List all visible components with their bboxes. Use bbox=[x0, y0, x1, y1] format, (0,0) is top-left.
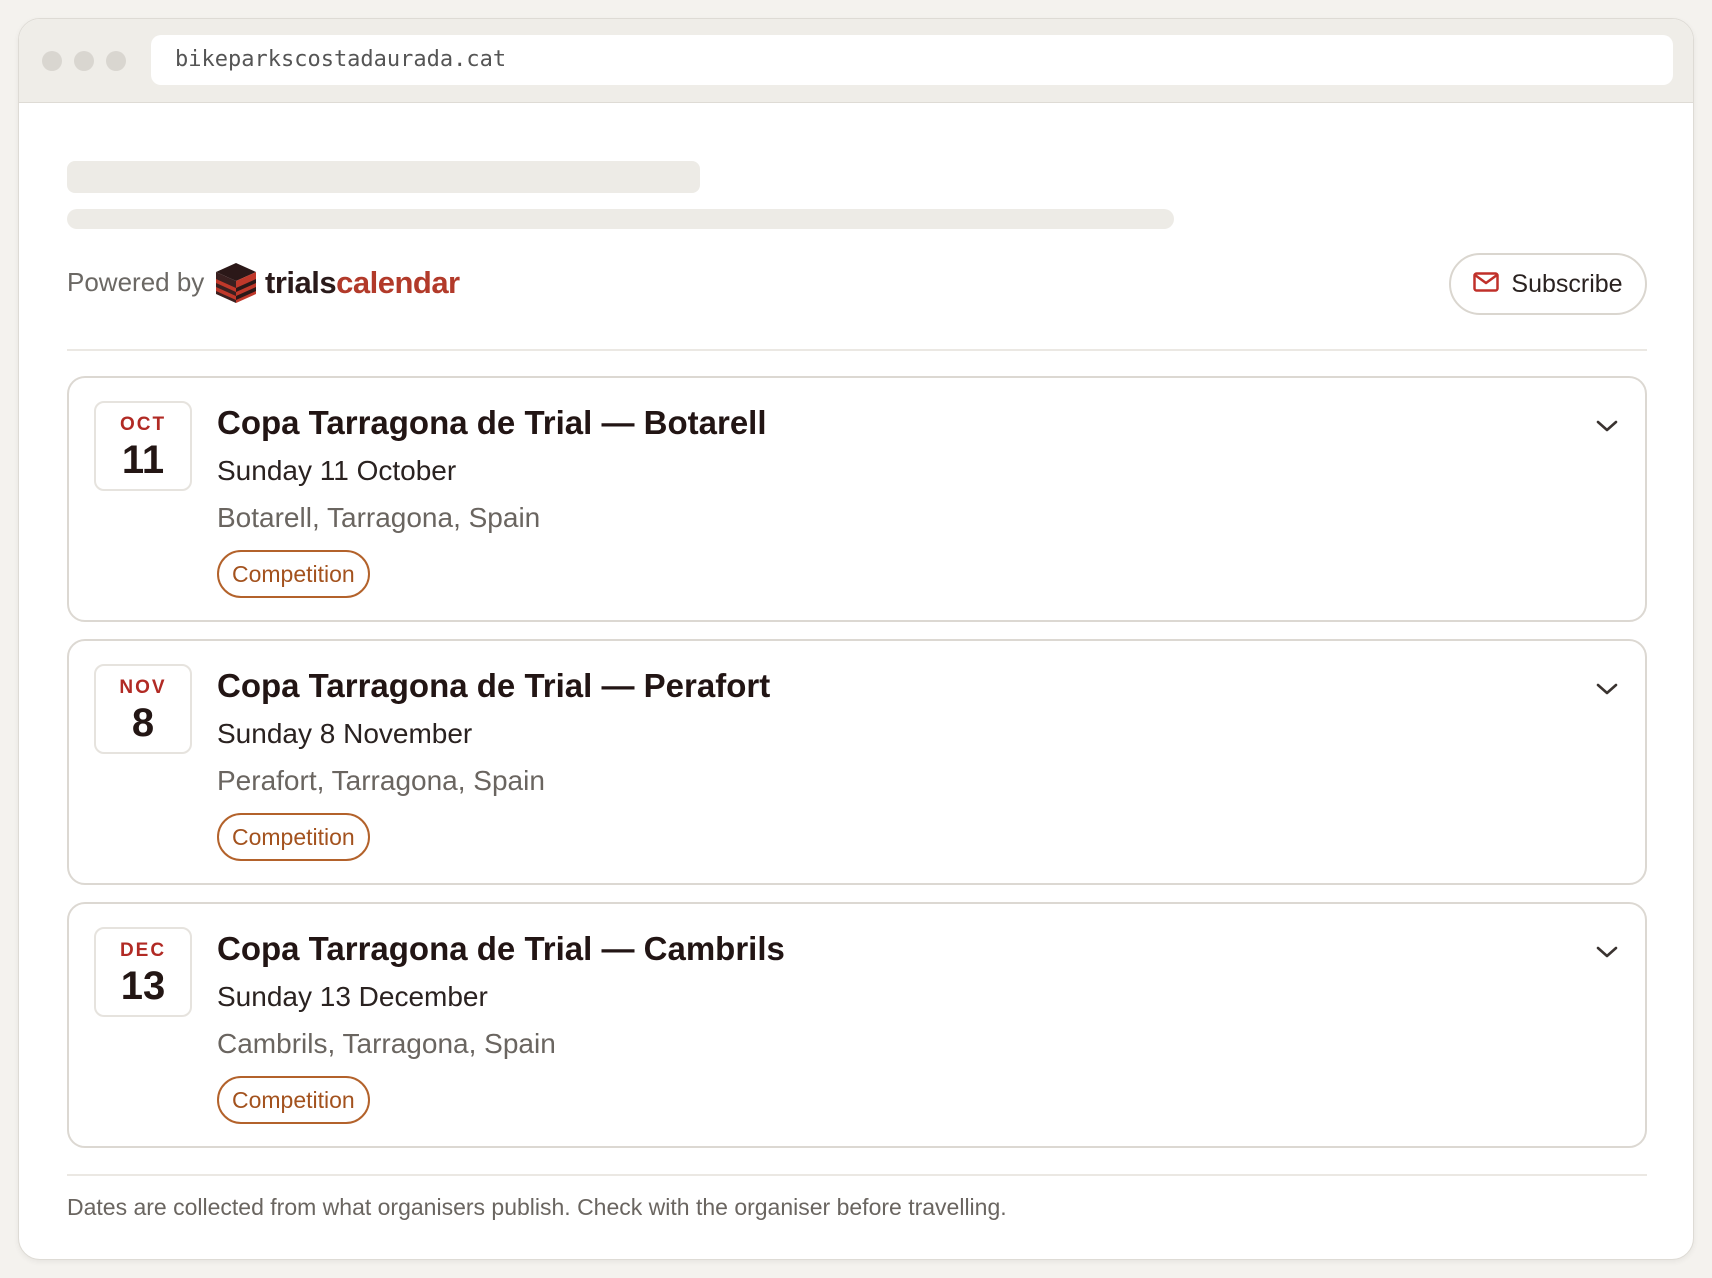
event-location: Perafort, Tarragona, Spain bbox=[217, 765, 545, 796]
event-month: NOV bbox=[119, 677, 167, 698]
powered-by-label: Powered by bbox=[67, 267, 205, 297]
skeleton-text-placeholder bbox=[67, 209, 1174, 229]
trialscalendar-logo-icon bbox=[214, 261, 258, 310]
event-title: Copa Tarragona de Trial — Botarell bbox=[217, 404, 767, 441]
browser-window: bikeparkscostadaurada.cat Powered by tri… bbox=[18, 18, 1694, 1260]
event-date: Sunday 11 October bbox=[217, 455, 457, 486]
browser-titlebar: bikeparkscostadaurada.cat bbox=[19, 19, 1693, 103]
event-date-badge: DEC 13 bbox=[94, 927, 192, 1017]
mail-icon bbox=[1473, 270, 1500, 299]
brand-wordmark-part1: trials bbox=[265, 265, 337, 300]
footer-divider bbox=[67, 1174, 1647, 1176]
address-bar[interactable]: bikeparkscostadaurada.cat bbox=[151, 35, 1673, 85]
event-card[interactable]: NOV 8 Copa Tarragona de Trial — Perafort… bbox=[67, 639, 1647, 885]
event-date: Sunday 8 November bbox=[217, 718, 473, 749]
event-date-badge: NOV 8 bbox=[94, 664, 192, 754]
brand-wordmark-part2: calendar bbox=[336, 265, 460, 300]
event-tag: Competition bbox=[217, 813, 370, 861]
window-close-dot[interactable] bbox=[42, 51, 62, 71]
subscribe-button[interactable]: Subscribe bbox=[1449, 253, 1647, 315]
event-card[interactable]: OCT 11 Copa Tarragona de Trial — Botarel… bbox=[67, 376, 1647, 622]
widget-header: Powered by trialscalendar Subscribe bbox=[67, 253, 1647, 315]
event-location: Cambrils, Tarragona, Spain bbox=[217, 1028, 556, 1059]
skeleton-heading-placeholder bbox=[67, 161, 700, 193]
event-day: 13 bbox=[120, 964, 166, 1008]
event-month: OCT bbox=[119, 414, 167, 435]
subscribe-label: Subscribe bbox=[1511, 269, 1623, 298]
header-divider bbox=[67, 349, 1647, 351]
event-location: Botarell, Tarragona, Spain bbox=[217, 502, 541, 533]
window-maximize-dot[interactable] bbox=[106, 51, 126, 71]
event-card[interactable]: DEC 13 Copa Tarragona de Trial — Cambril… bbox=[67, 902, 1647, 1148]
window-minimize-dot[interactable] bbox=[74, 51, 94, 71]
event-month: DEC bbox=[119, 940, 167, 961]
chevron-down-icon[interactable] bbox=[1595, 418, 1619, 439]
event-title: Copa Tarragona de Trial — Cambrils bbox=[217, 930, 785, 967]
brand-wordmark[interactable]: trialscalendar bbox=[265, 265, 460, 301]
event-tag: Competition bbox=[217, 550, 370, 598]
event-day: 8 bbox=[131, 701, 155, 745]
chevron-down-icon[interactable] bbox=[1595, 681, 1619, 702]
event-date: Sunday 13 December bbox=[217, 981, 488, 1012]
disclaimer-note: Dates are collected from what organisers… bbox=[67, 1194, 1007, 1220]
event-date-badge: OCT 11 bbox=[94, 401, 192, 491]
chevron-down-icon[interactable] bbox=[1595, 944, 1619, 965]
event-day: 11 bbox=[121, 438, 165, 482]
event-title: Copa Tarragona de Trial — Perafort bbox=[217, 667, 771, 704]
event-tag: Competition bbox=[217, 1076, 370, 1124]
